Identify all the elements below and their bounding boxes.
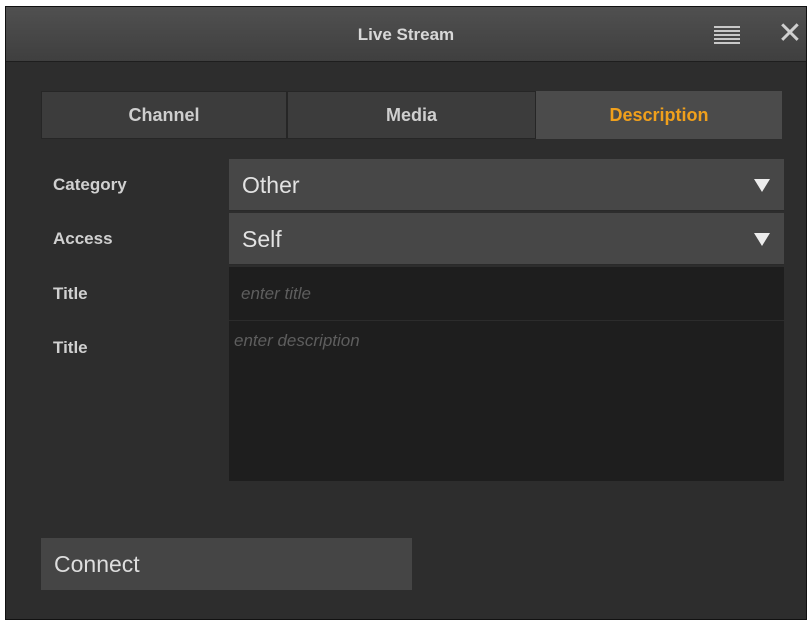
window-title: Live Stream	[357, 25, 455, 44]
close-icon[interactable]: ✕	[776, 17, 804, 51]
tab-channel[interactable]: Channel	[41, 91, 287, 139]
tab-description[interactable]: Description	[536, 91, 782, 139]
description-textarea[interactable]	[229, 321, 784, 481]
description-label: Title	[53, 338, 88, 357]
tab-media[interactable]: Media	[287, 91, 536, 139]
title-input[interactable]	[229, 267, 784, 321]
category-select[interactable]: Other	[229, 159, 784, 211]
access-label: Access	[53, 229, 113, 248]
title-label: Title	[53, 284, 88, 303]
dropdown-arrow-icon	[754, 179, 770, 192]
category-label: Category	[53, 175, 127, 194]
hamburger-menu-icon[interactable]	[714, 26, 740, 44]
tab-bar: Channel Media Description	[41, 91, 782, 139]
title-bar[interactable]: Live Stream ✕	[6, 7, 806, 62]
access-select[interactable]: Self	[229, 213, 784, 265]
access-value: Self	[242, 226, 282, 252]
category-value: Other	[242, 172, 300, 198]
dropdown-arrow-icon	[754, 233, 770, 246]
live-stream-window: Live Stream ✕ Channel Media Description …	[5, 6, 807, 620]
connect-button[interactable]: Connect	[41, 538, 412, 590]
